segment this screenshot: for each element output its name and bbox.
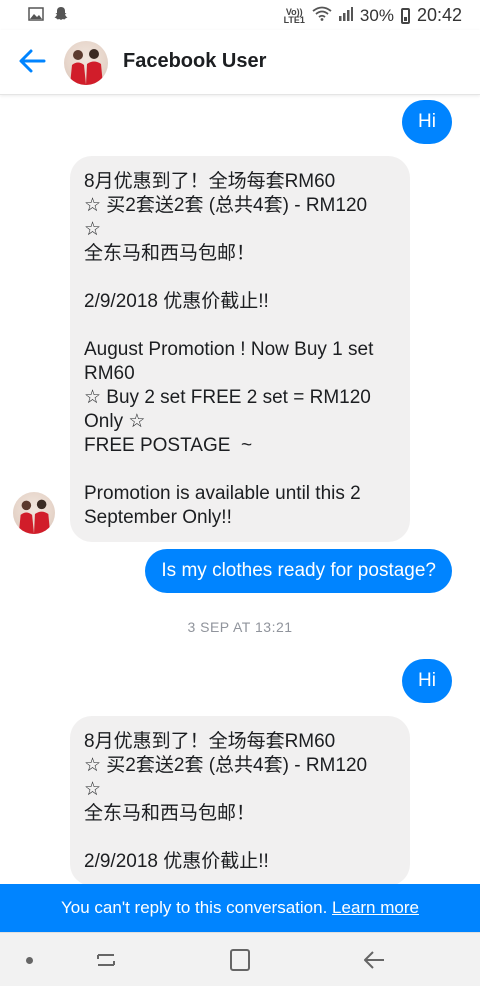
incoming-message[interactable]: 8月优惠到了！全场每套RM60 ☆ 买2套送2套 (总共4套) - RM120 … bbox=[70, 716, 410, 884]
volte-bottom-label: LTE1 bbox=[283, 14, 305, 25]
gallery-icon bbox=[28, 6, 44, 26]
signal-icon bbox=[338, 6, 353, 26]
back-nav-button[interactable] bbox=[360, 947, 388, 973]
conversation-header: Facebook User bbox=[0, 30, 480, 95]
back-nav-icon bbox=[360, 951, 388, 977]
home-button[interactable] bbox=[226, 947, 254, 973]
home-icon bbox=[226, 949, 254, 977]
outgoing-message[interactable]: Hi bbox=[402, 659, 452, 703]
notice-text: You can't reply to this conversation. bbox=[61, 898, 328, 917]
snapchat-icon bbox=[54, 6, 68, 26]
status-bar: Vo)) LTE1 30% 20:42 bbox=[0, 0, 480, 30]
wifi-icon bbox=[312, 6, 332, 26]
sender-avatar[interactable] bbox=[13, 492, 55, 534]
status-left bbox=[28, 6, 68, 26]
recent-apps-icon bbox=[92, 954, 120, 977]
contact-name[interactable]: Facebook User bbox=[123, 50, 266, 73]
learn-more-link[interactable]: Learn more bbox=[332, 898, 419, 917]
contact-avatar[interactable] bbox=[64, 41, 108, 85]
status-right: Vo)) LTE1 30% 20:42 bbox=[284, 5, 462, 26]
recent-apps-button[interactable] bbox=[92, 947, 120, 973]
nav-dot-icon[interactable] bbox=[26, 957, 33, 964]
battery-icon bbox=[400, 7, 410, 24]
volte-icon: Vo)) LTE1 bbox=[283, 7, 305, 25]
battery-percent: 30% bbox=[359, 5, 394, 25]
outgoing-message[interactable]: Is my clothes ready for postage? bbox=[145, 549, 452, 593]
outgoing-message[interactable]: Hi bbox=[402, 100, 452, 144]
system-navigation-bar bbox=[0, 932, 480, 986]
clock: 20:42 bbox=[416, 5, 462, 25]
back-arrow-icon bbox=[16, 49, 50, 82]
reply-disabled-notice: You can't reply to this conversation. Le… bbox=[0, 884, 480, 932]
message-timestamp: 3 SEP AT 13:21 bbox=[187, 619, 293, 635]
incoming-message[interactable]: 8月优惠到了！全场每套RM60 ☆ 买2套送2套 (总共4套) - RM120 … bbox=[70, 156, 410, 542]
message-list[interactable]: Hi 8月优惠到了！全场每套RM60 ☆ 买2套送2套 (总共4套) - RM1… bbox=[0, 94, 480, 884]
messenger-screen: Vo)) LTE1 30% 20:42 Facebook User Hi 8月优… bbox=[0, 0, 480, 986]
back-button[interactable] bbox=[16, 44, 50, 78]
